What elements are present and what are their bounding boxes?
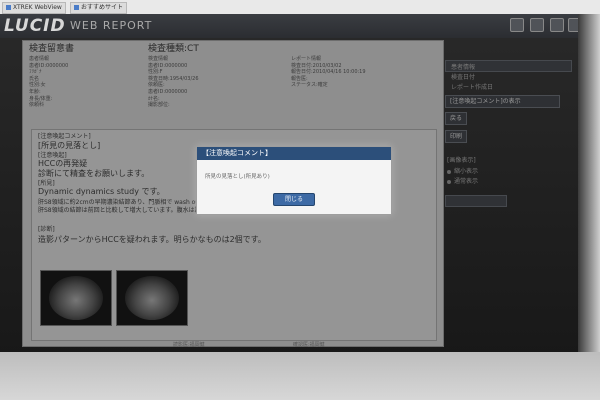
print-button[interactable]: 印刷 <box>445 130 468 143</box>
browser-tab-xtrek[interactable]: XTREK WebView <box>2 2 66 14</box>
info-line: 性別:F <box>148 69 163 76</box>
browser-tab-strip: XTREK WebView おすすめサイト <box>0 0 600 15</box>
comment-line: 診断にて精査をお願いします。 <box>38 169 150 178</box>
browser-tab-favorites[interactable]: おすすめサイト <box>70 2 128 14</box>
exam-info-block: 検査情報 患者ID:0000000 性別:F 検査日時:1954/03/26 依… <box>148 56 199 109</box>
app-header: LUCID WEB REPORT <box>0 14 600 38</box>
comment-section-label: [注意喚起コメント] <box>38 133 91 140</box>
info-line: 患者情報 <box>29 56 50 62</box>
info-line: ﾌﾘｶﾞﾅ <box>29 69 42 76</box>
comment-line: [診断] <box>38 226 55 233</box>
report-left-title: 検査留意書 <box>29 44 75 54</box>
report-exam-type: 検査種類:CT <box>148 44 199 54</box>
info-line: レポート情報 <box>291 56 322 62</box>
radio-icon <box>447 169 451 174</box>
list-icon[interactable] <box>530 18 544 32</box>
info-line: 報告日付:2010/04/16 10:00:19 <box>291 69 366 76</box>
radio-label: 通常表示 <box>454 178 479 185</box>
ct-image-thumbnail[interactable] <box>40 270 112 326</box>
confirming-physician: 確認医:福岡健 <box>293 342 325 348</box>
ct-image-content <box>125 276 179 320</box>
sidebar-row: レポート作成日 <box>451 84 494 91</box>
comment-line: Dynamic dynamics study です。 <box>38 187 165 196</box>
radio-icon <box>447 179 451 184</box>
favorites-icon <box>74 5 79 10</box>
reading-physician: 読影医:福岡健 <box>173 342 205 348</box>
app-subtitle: WEB REPORT <box>70 19 153 32</box>
info-line: 依頼医: <box>148 82 165 89</box>
info-line: 撮影部位: <box>148 102 170 109</box>
radio-option-reduced[interactable]: 縮小表示 <box>447 166 478 175</box>
ct-image-thumbnail[interactable] <box>116 270 188 326</box>
back-button[interactable]: 戻る <box>445 112 468 125</box>
info-line: 性別:女 <box>29 82 46 89</box>
dialog-message: 所見の見落とし(所見あり) <box>205 174 270 180</box>
patient-info-block: 患者情報 患者ID:0000000 ﾌﾘｶﾞﾅ 氏名 性別:女 年齢: 身長/体… <box>29 56 68 109</box>
monitor-bezel-right <box>578 14 600 354</box>
sidebar-row: 患者情報 <box>451 64 476 71</box>
close-button[interactable]: 閉じる <box>273 193 315 206</box>
radio-option-normal[interactable]: 通常表示 <box>447 176 478 185</box>
tab-label: XTREK WebView <box>13 4 62 11</box>
right-sidebar: 患者情報 検査日付 レポート作成日 [注意喚起コメント]の表示 戻る 印刷 [画… <box>445 40 580 340</box>
info-line: ステータス:確定 <box>291 82 328 89</box>
report-info-block: レポート情報 検査日付:2010/03/02 報告日付:2010/04/16 1… <box>291 56 366 89</box>
tab-label: おすすめサイト <box>81 4 124 11</box>
comment-line: [所見の見落とし] <box>38 141 101 150</box>
caution-comment-dialog: 【注意喚起コメント】 所見の見落とし(所見あり) 閉じる <box>196 146 392 215</box>
sidebar-row: 検査日付 <box>451 74 476 81</box>
radio-label: 縮小表示 <box>454 168 479 175</box>
home-icon[interactable] <box>510 18 524 32</box>
comment-line: 造影パターンからHCCを疑われます。明らかなものは2個です。 <box>38 235 266 244</box>
image-display-label: [画像表示] <box>447 157 476 164</box>
info-line: 年齢: <box>29 88 41 95</box>
ct-image-content <box>49 276 103 320</box>
settings-icon[interactable] <box>550 18 564 32</box>
sidebar-select[interactable] <box>445 195 507 207</box>
info-line: 患者ID:0000000 <box>148 88 188 95</box>
dialog-title: 【注意喚起コメント】 <box>197 147 391 160</box>
app-logo: LUCID <box>4 16 66 36</box>
webview-icon <box>6 5 11 10</box>
monitor-screen: XTREK WebView おすすめサイト LUCID WEB REPORT 検… <box>0 0 600 400</box>
info-line: 依頼科 <box>29 102 45 109</box>
monitor-bezel-bottom <box>0 352 600 400</box>
comment-line: HCCの再発疑 <box>38 159 88 168</box>
info-line: 検査情報 <box>148 56 169 62</box>
show-caution-comment-button[interactable]: [注意喚起コメント]の表示 <box>445 95 560 108</box>
